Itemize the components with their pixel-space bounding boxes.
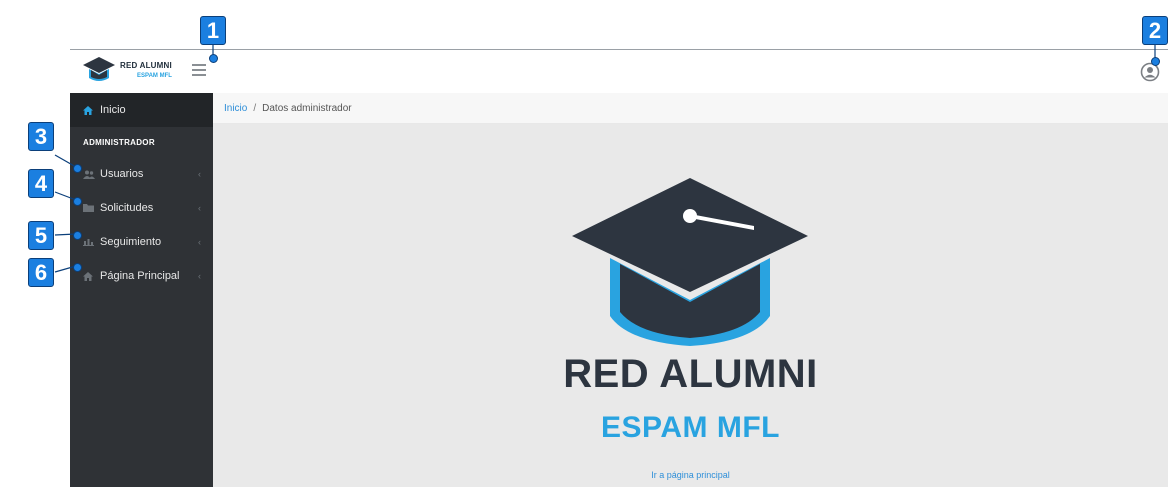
callout-4-marker — [73, 197, 82, 206]
breadcrumb-link-inicio[interactable]: Inicio — [224, 103, 247, 114]
logo-subtitle: ESPAM MFL — [601, 411, 780, 444]
folder-icon — [83, 204, 95, 212]
breadcrumb-current: Datos administrador — [262, 102, 352, 114]
home-icon — [83, 105, 95, 115]
chevron-left-icon: ‹ — [198, 271, 201, 281]
sidebar-item-usuarios[interactable]: Usuarios ‹ — [70, 157, 213, 191]
callout-4: 4 — [28, 169, 54, 198]
breadcrumb: Inicio / Datos administrador — [213, 93, 1168, 124]
breadcrumb-separator: / — [253, 102, 257, 114]
graduation-cap-logo — [568, 174, 813, 354]
callout-6: 6 — [28, 258, 54, 287]
callout-2-marker — [1151, 57, 1160, 66]
chevron-left-icon: ‹ — [198, 203, 201, 213]
chart-icon — [83, 238, 95, 246]
callout-6-marker — [73, 263, 82, 272]
sidebar-item-label: Solicitudes — [100, 202, 154, 214]
sidebar-item-label: Inicio — [100, 104, 126, 116]
user-circle-icon[interactable] — [1140, 62, 1160, 87]
sidebar-section-title: ADMINISTRADOR — [83, 137, 155, 147]
callout-3-marker — [73, 164, 82, 173]
chevron-left-icon: ‹ — [198, 169, 201, 179]
sidebar-item-label: Usuarios — [100, 168, 144, 180]
sidebar-item-label: Seguimiento — [100, 236, 162, 248]
sidebar-item-label: Página Principal — [100, 270, 180, 282]
brand-title: RED ALUMNI — [120, 61, 172, 70]
sidebar-item-inicio[interactable]: Inicio — [70, 93, 213, 127]
top-navbar: RED ALUMNI ESPAM MFL — [70, 49, 1168, 95]
hamburger-icon[interactable] — [192, 64, 206, 76]
sidebar-item-seguimiento[interactable]: Seguimiento ‹ — [70, 225, 213, 259]
home-page-link[interactable]: Ir a página principal — [213, 470, 1168, 480]
main-content: RED ALUMNI ESPAM MFL Ir a página princip… — [213, 124, 1168, 487]
callout-5-marker — [73, 231, 82, 240]
brand-logo[interactable]: RED ALUMNI ESPAM MFL — [82, 56, 172, 86]
home-icon — [83, 271, 95, 281]
sidebar-item-pagina-principal[interactable]: Página Principal ‹ — [70, 259, 213, 293]
brand-subtitle: ESPAM MFL — [137, 73, 172, 79]
chevron-left-icon: ‹ — [198, 237, 201, 247]
users-icon — [83, 170, 95, 179]
graduation-cap-icon — [83, 57, 115, 81]
callout-3: 3 — [28, 122, 54, 151]
sidebar: Inicio ADMINISTRADOR Usuarios ‹ Solicitu… — [70, 93, 213, 487]
callout-2: 2 — [1142, 16, 1168, 45]
logo-title: RED ALUMNI — [563, 352, 818, 396]
callout-5: 5 — [28, 221, 54, 250]
sidebar-item-solicitudes[interactable]: Solicitudes ‹ — [70, 191, 213, 225]
callout-1-marker — [209, 54, 218, 63]
callout-1: 1 — [200, 16, 226, 45]
